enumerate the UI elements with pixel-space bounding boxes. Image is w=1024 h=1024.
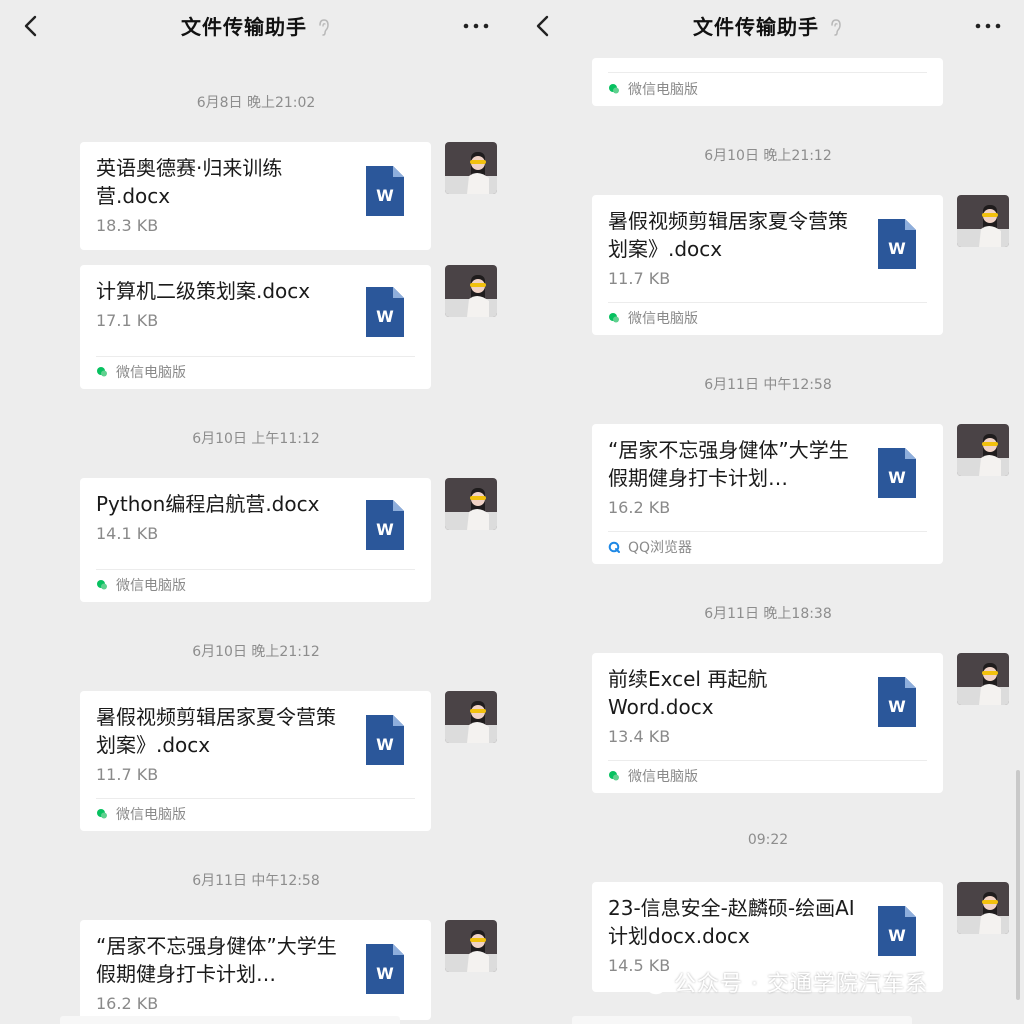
svg-text:W: W bbox=[376, 964, 394, 983]
file-size: 13.4 KB bbox=[608, 727, 671, 746]
chat-title: 文件传输助手 bbox=[0, 11, 512, 40]
file-message[interactable]: 暑假视频剪辑居家夏令营策划案》.docx 11.7 KB W 微信电脑版 bbox=[80, 691, 431, 831]
file-name: 23-信息安全-赵麟硕-绘画AI计划docx.docx bbox=[608, 896, 855, 948]
word-file-icon: W bbox=[878, 677, 916, 727]
source-label: 微信电脑版 bbox=[96, 806, 186, 824]
avatar[interactable] bbox=[957, 424, 1009, 476]
word-file-icon: W bbox=[878, 906, 916, 956]
file-name: “居家不忘强身健体”大学生假期健身打卡计划… bbox=[608, 438, 849, 490]
divider bbox=[96, 356, 415, 357]
word-file-icon: W bbox=[366, 715, 404, 765]
avatar[interactable] bbox=[957, 882, 1009, 934]
svg-text:W: W bbox=[376, 307, 394, 326]
divider bbox=[96, 798, 415, 799]
file-size: 18.3 KB bbox=[96, 216, 159, 235]
avatar[interactable] bbox=[445, 478, 497, 530]
file-name: 暑假视频剪辑居家夏令营策划案》.docx bbox=[96, 705, 336, 757]
file-message[interactable]: 暑假视频剪辑居家夏令营策划案》.docx 11.7 KB W 微信电脑版 bbox=[592, 195, 943, 335]
more-icon[interactable] bbox=[462, 22, 490, 30]
file-size: 16.2 KB bbox=[608, 498, 671, 517]
divider bbox=[608, 531, 927, 532]
word-file-icon: W bbox=[366, 500, 404, 550]
svg-text:W: W bbox=[888, 239, 906, 258]
svg-text:W: W bbox=[376, 186, 394, 205]
scrollbar[interactable] bbox=[1016, 770, 1020, 1000]
timestamp: 6月11日 中午12:58 bbox=[192, 873, 320, 889]
svg-text:W: W bbox=[376, 520, 394, 539]
file-size: 16.2 KB bbox=[96, 994, 159, 1013]
divider bbox=[608, 302, 927, 303]
word-file-icon: W bbox=[878, 219, 916, 269]
more-icon[interactable] bbox=[974, 22, 1002, 30]
file-name: 暑假视频剪辑居家夏令营策划案》.docx bbox=[608, 209, 848, 261]
file-name: “居家不忘强身健体”大学生假期健身打卡计划… bbox=[96, 934, 337, 986]
title-bar: 文件传输助手 bbox=[512, 0, 1024, 50]
file-name: Python编程启航营.docx bbox=[96, 492, 320, 516]
source-label: 微信电脑版 bbox=[608, 81, 698, 99]
mute-icon bbox=[831, 19, 841, 36]
chat-title: 文件传输助手 bbox=[512, 11, 1024, 40]
word-file-icon: W bbox=[878, 448, 916, 498]
file-name: 计算机二级策划案.docx bbox=[96, 279, 311, 303]
wechat-icon bbox=[609, 313, 619, 323]
chat-panel-right: 文件传输助手 微信电脑版 6月10日 晚上21:12 暑假视频剪辑居家夏令营策划… bbox=[512, 0, 1024, 1024]
file-size: 14.1 KB bbox=[96, 524, 159, 543]
file-size: 17.1 KB bbox=[96, 311, 159, 330]
timestamp: 09:22 bbox=[747, 832, 789, 848]
divider bbox=[96, 569, 415, 570]
source-label: 微信电脑版 bbox=[96, 364, 186, 382]
wechat-icon bbox=[609, 771, 619, 781]
mute-icon bbox=[319, 19, 329, 36]
file-message[interactable]: “居家不忘强身健体”大学生假期健身打卡计划… 16.2 KB W QQ浏览器 bbox=[592, 424, 943, 564]
chat-panel-left: 文件传输助手 6月8日 晚上21:02 英语奥德赛·归来训练营.docx 18.… bbox=[0, 0, 512, 1024]
timestamp: 6月10日 晚上21:12 bbox=[192, 644, 320, 660]
word-file-icon: W bbox=[366, 944, 404, 994]
qq-browser-icon bbox=[608, 541, 620, 553]
file-message[interactable]: 英语奥德赛·归来训练营.docx 18.3 KB W bbox=[80, 142, 431, 250]
source-label: 微信电脑版 bbox=[608, 768, 698, 786]
avatar[interactable] bbox=[445, 265, 497, 317]
file-name: 前续Excel 再起航Word.docx bbox=[608, 667, 768, 719]
file-message[interactable]: 微信电脑版 bbox=[592, 58, 943, 106]
file-message[interactable]: 计算机二级策划案.docx 17.1 KB W 微信电脑版 bbox=[80, 265, 431, 389]
source-label: QQ浏览器 bbox=[608, 539, 692, 557]
watermark: 公众号 · 交通学院汽车系 bbox=[636, 966, 928, 1002]
avatar[interactable] bbox=[957, 195, 1009, 247]
timestamp: 6月8日 晚上21:02 bbox=[196, 95, 316, 111]
source-label: 微信电脑版 bbox=[96, 577, 186, 595]
file-message[interactable]: Python编程启航营.docx 14.1 KB W 微信电脑版 bbox=[80, 478, 431, 602]
svg-text:W: W bbox=[376, 735, 394, 754]
divider bbox=[608, 72, 927, 73]
file-size: 11.7 KB bbox=[608, 269, 671, 288]
wechat-icon bbox=[97, 367, 107, 377]
title-bar: 文件传输助手 bbox=[0, 0, 512, 50]
wechat-official-account-icon bbox=[636, 970, 666, 995]
wechat-icon bbox=[97, 809, 107, 819]
input-bar[interactable] bbox=[60, 1016, 400, 1024]
timestamp: 6月10日 上午11:12 bbox=[192, 431, 320, 447]
wechat-icon bbox=[609, 84, 619, 94]
file-message[interactable]: “居家不忘强身健体”大学生假期健身打卡计划… 16.2 KB W bbox=[80, 920, 431, 1020]
input-bar[interactable] bbox=[572, 1016, 912, 1024]
wechat-icon bbox=[97, 580, 107, 590]
svg-text:W: W bbox=[888, 697, 906, 716]
svg-text:W: W bbox=[888, 926, 906, 945]
word-file-icon: W bbox=[366, 287, 404, 337]
timestamp: 6月11日 晚上18:38 bbox=[704, 606, 832, 622]
avatar[interactable] bbox=[445, 920, 497, 972]
timestamp: 6月10日 晚上21:12 bbox=[704, 148, 832, 164]
avatar[interactable] bbox=[445, 142, 497, 194]
file-name: 英语奥德赛·归来训练营.docx bbox=[96, 156, 283, 208]
file-message[interactable]: 前续Excel 再起航Word.docx 13.4 KB W 微信电脑版 bbox=[592, 653, 943, 793]
timestamp: 6月11日 中午12:58 bbox=[704, 377, 832, 393]
word-file-icon: W bbox=[366, 166, 404, 216]
divider bbox=[608, 760, 927, 761]
file-size: 11.7 KB bbox=[96, 765, 159, 784]
source-label: 微信电脑版 bbox=[608, 310, 698, 328]
avatar[interactable] bbox=[957, 653, 1009, 705]
svg-text:W: W bbox=[888, 468, 906, 487]
avatar[interactable] bbox=[445, 691, 497, 743]
